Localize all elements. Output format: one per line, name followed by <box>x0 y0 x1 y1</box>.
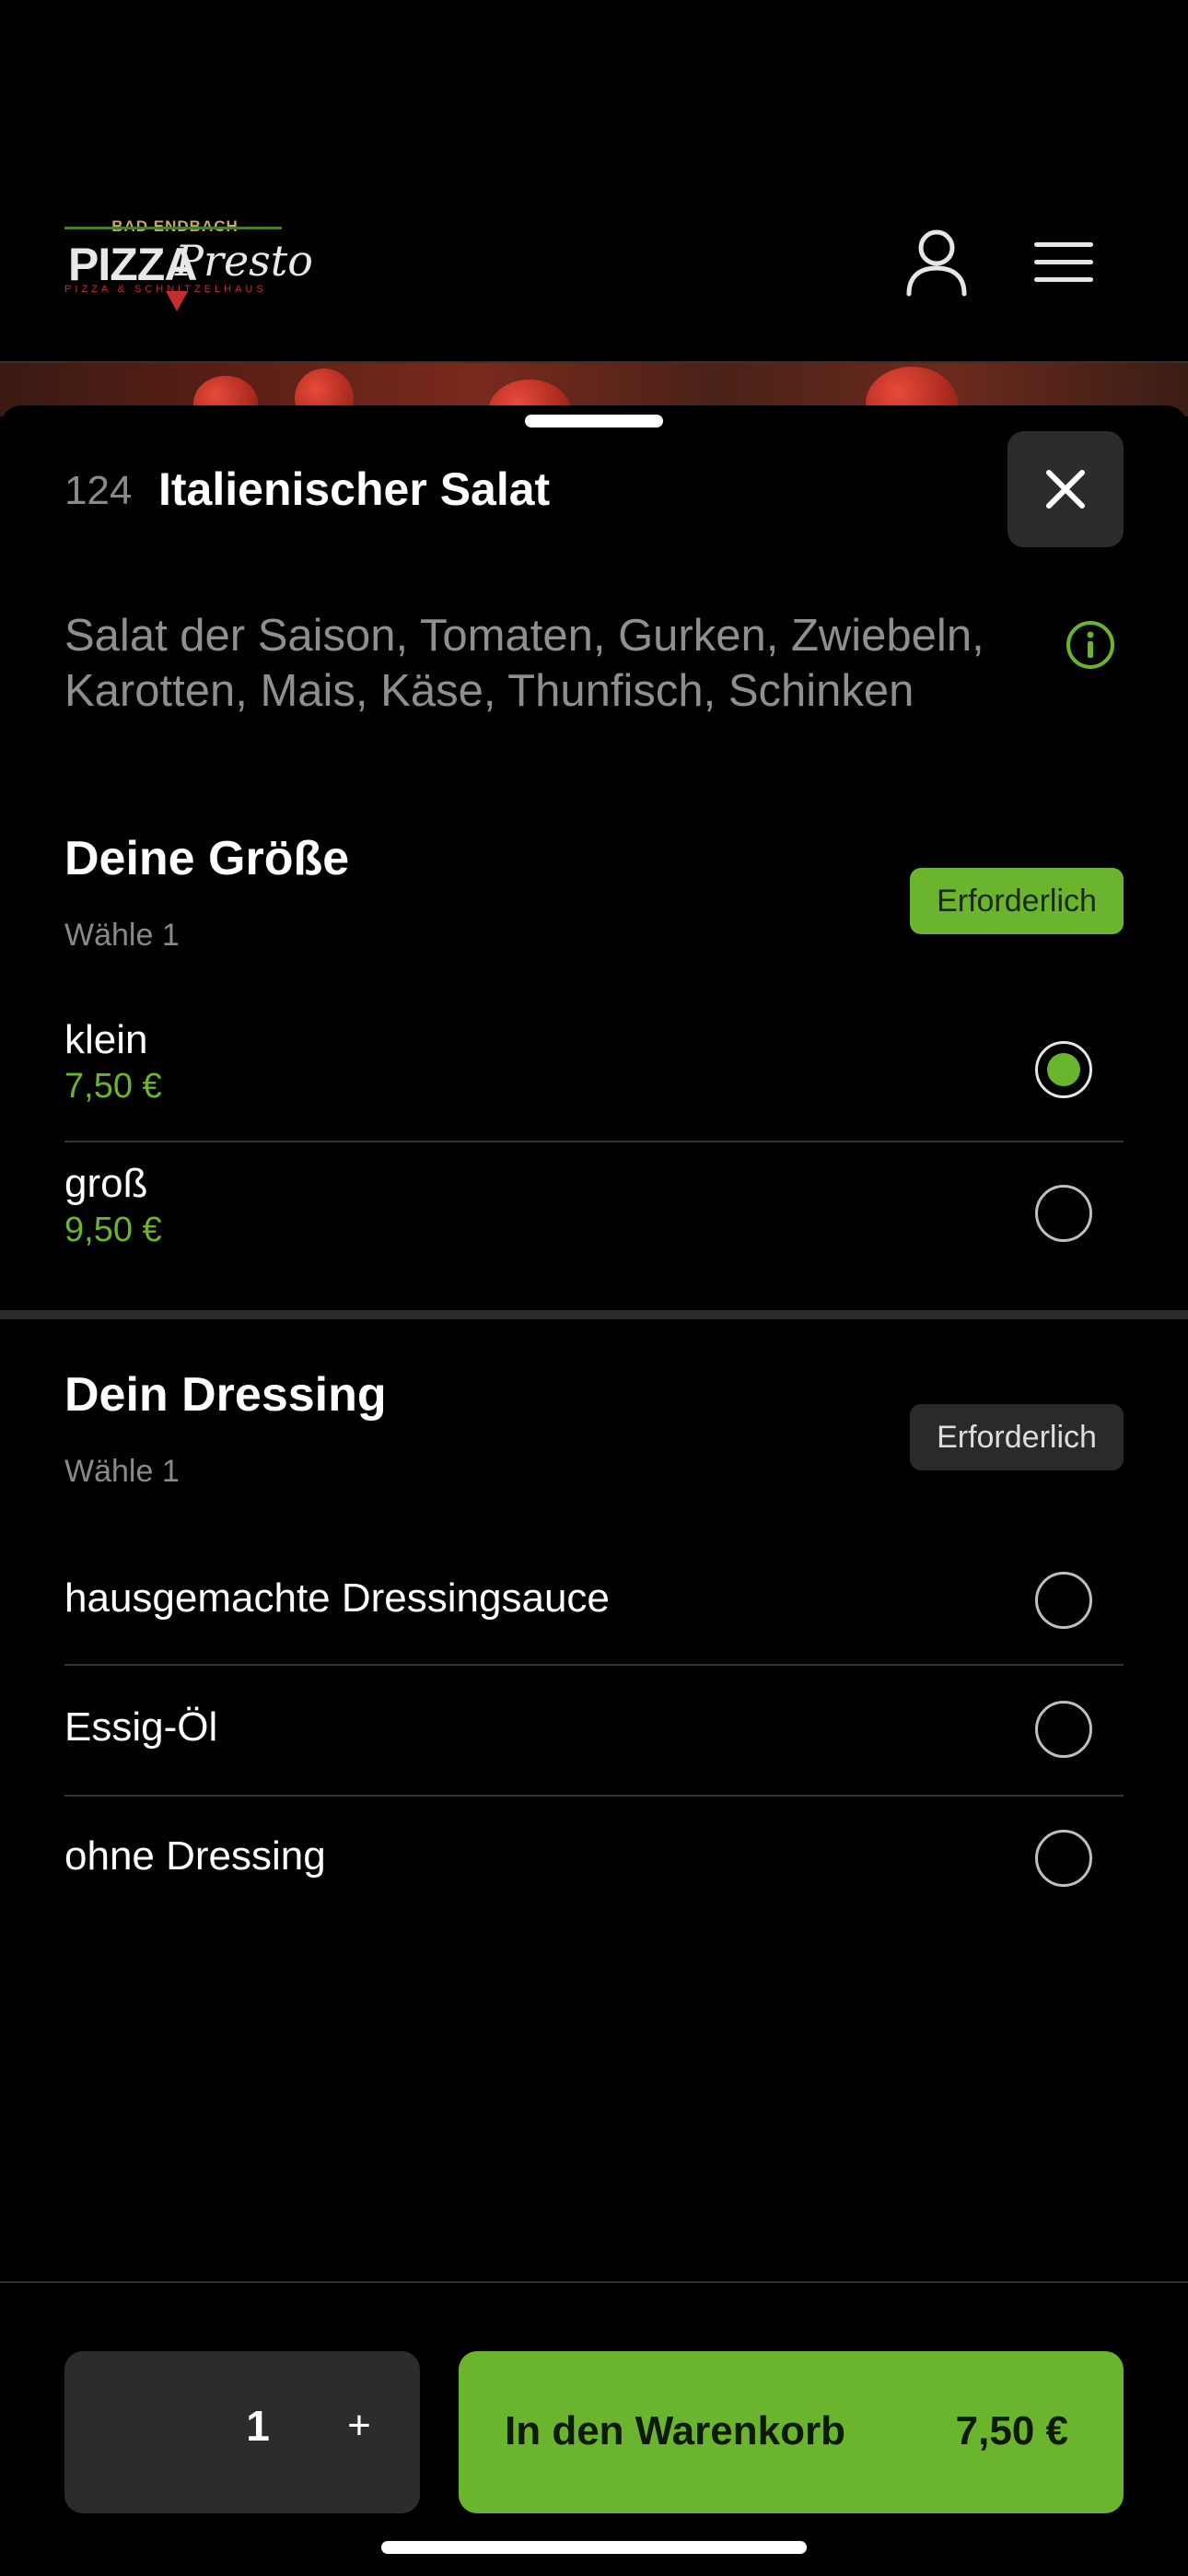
add-to-cart-button[interactable]: In den Warenkorb 7,50 € <box>459 2351 1124 2513</box>
user-icon <box>906 229 967 297</box>
option-label: groß <box>64 1161 148 1206</box>
logo-bar <box>64 227 282 229</box>
menu-button[interactable] <box>1022 221 1105 304</box>
size-section-subtitle: Wähle 1 <box>64 918 180 953</box>
account-button[interactable] <box>895 221 978 304</box>
item-number: 124 <box>64 468 133 513</box>
logo-script-text: Presto <box>175 236 313 286</box>
radio-selected[interactable] <box>1035 1041 1092 1098</box>
dressing-option-ohne[interactable]: ohne Dressing <box>64 1797 1124 1927</box>
radio-unselected[interactable] <box>1035 1185 1092 1242</box>
info-icon <box>1066 621 1114 669</box>
restaurant-logo[interactable]: BAD ENDBACH PIZZA Presto PIZZA & SCHNITZ… <box>64 210 313 321</box>
hamburger-menu-icon <box>1034 242 1093 282</box>
dressing-section-title: Dein Dressing <box>64 1368 387 1422</box>
item-description: Salat der Saison, Tomaten, Gurken, Zwieb… <box>64 611 984 716</box>
size-required-badge: Erforderlich <box>910 868 1124 934</box>
option-label: hausgemachte Dressingsauce <box>64 1575 610 1621</box>
radio-unselected[interactable] <box>1035 1701 1092 1758</box>
quantity-value: 1 <box>246 2402 270 2450</box>
radio-unselected[interactable] <box>1035 1572 1092 1629</box>
option-label: klein <box>64 1017 148 1062</box>
item-title: Italienischer Salat <box>158 463 551 515</box>
logo-v-mark <box>166 291 188 311</box>
bottom-action-bar: 1 + In den Warenkorb 7,50 € <box>0 2281 1188 2576</box>
dressing-section-subtitle: Wähle 1 <box>64 1454 180 1489</box>
dressing-option-essig-oel[interactable]: Essig-Öl <box>64 1666 1124 1797</box>
info-button[interactable] <box>1065 619 1116 671</box>
option-label: Essig-Öl <box>64 1704 218 1750</box>
app-header: BAD ENDBACH PIZZA Presto PIZZA & SCHNITZ… <box>0 0 1188 372</box>
dressing-required-badge: Erforderlich <box>910 1404 1124 1470</box>
add-to-cart-label: In den Warenkorb <box>505 2408 845 2453</box>
option-price: 9,50 € <box>64 1211 162 1249</box>
radio-unselected[interactable] <box>1035 1830 1092 1887</box>
section-divider <box>0 1310 1188 1319</box>
home-indicator[interactable] <box>381 2541 807 2554</box>
quantity-stepper: 1 + <box>64 2351 420 2513</box>
sheet-grabber[interactable] <box>525 415 663 427</box>
close-icon <box>1046 470 1085 509</box>
option-price: 7,50 € <box>64 1067 162 1106</box>
size-section-title: Deine Größe <box>64 832 350 885</box>
size-option-klein[interactable]: klein 7,50 € <box>64 995 1124 1142</box>
dressing-option-hausgemacht[interactable]: hausgemachte Dressingsauce <box>64 1535 1124 1666</box>
option-label: ohne Dressing <box>64 1833 326 1879</box>
add-to-cart-price: 7,50 € <box>955 2408 1068 2453</box>
increment-button[interactable]: + <box>322 2403 396 2462</box>
size-option-gross[interactable]: groß 9,50 € <box>64 1142 1124 1281</box>
product-sheet: 124 Italienischer Salat Salat der Saison… <box>0 405 1188 2576</box>
close-button[interactable] <box>1007 431 1124 547</box>
